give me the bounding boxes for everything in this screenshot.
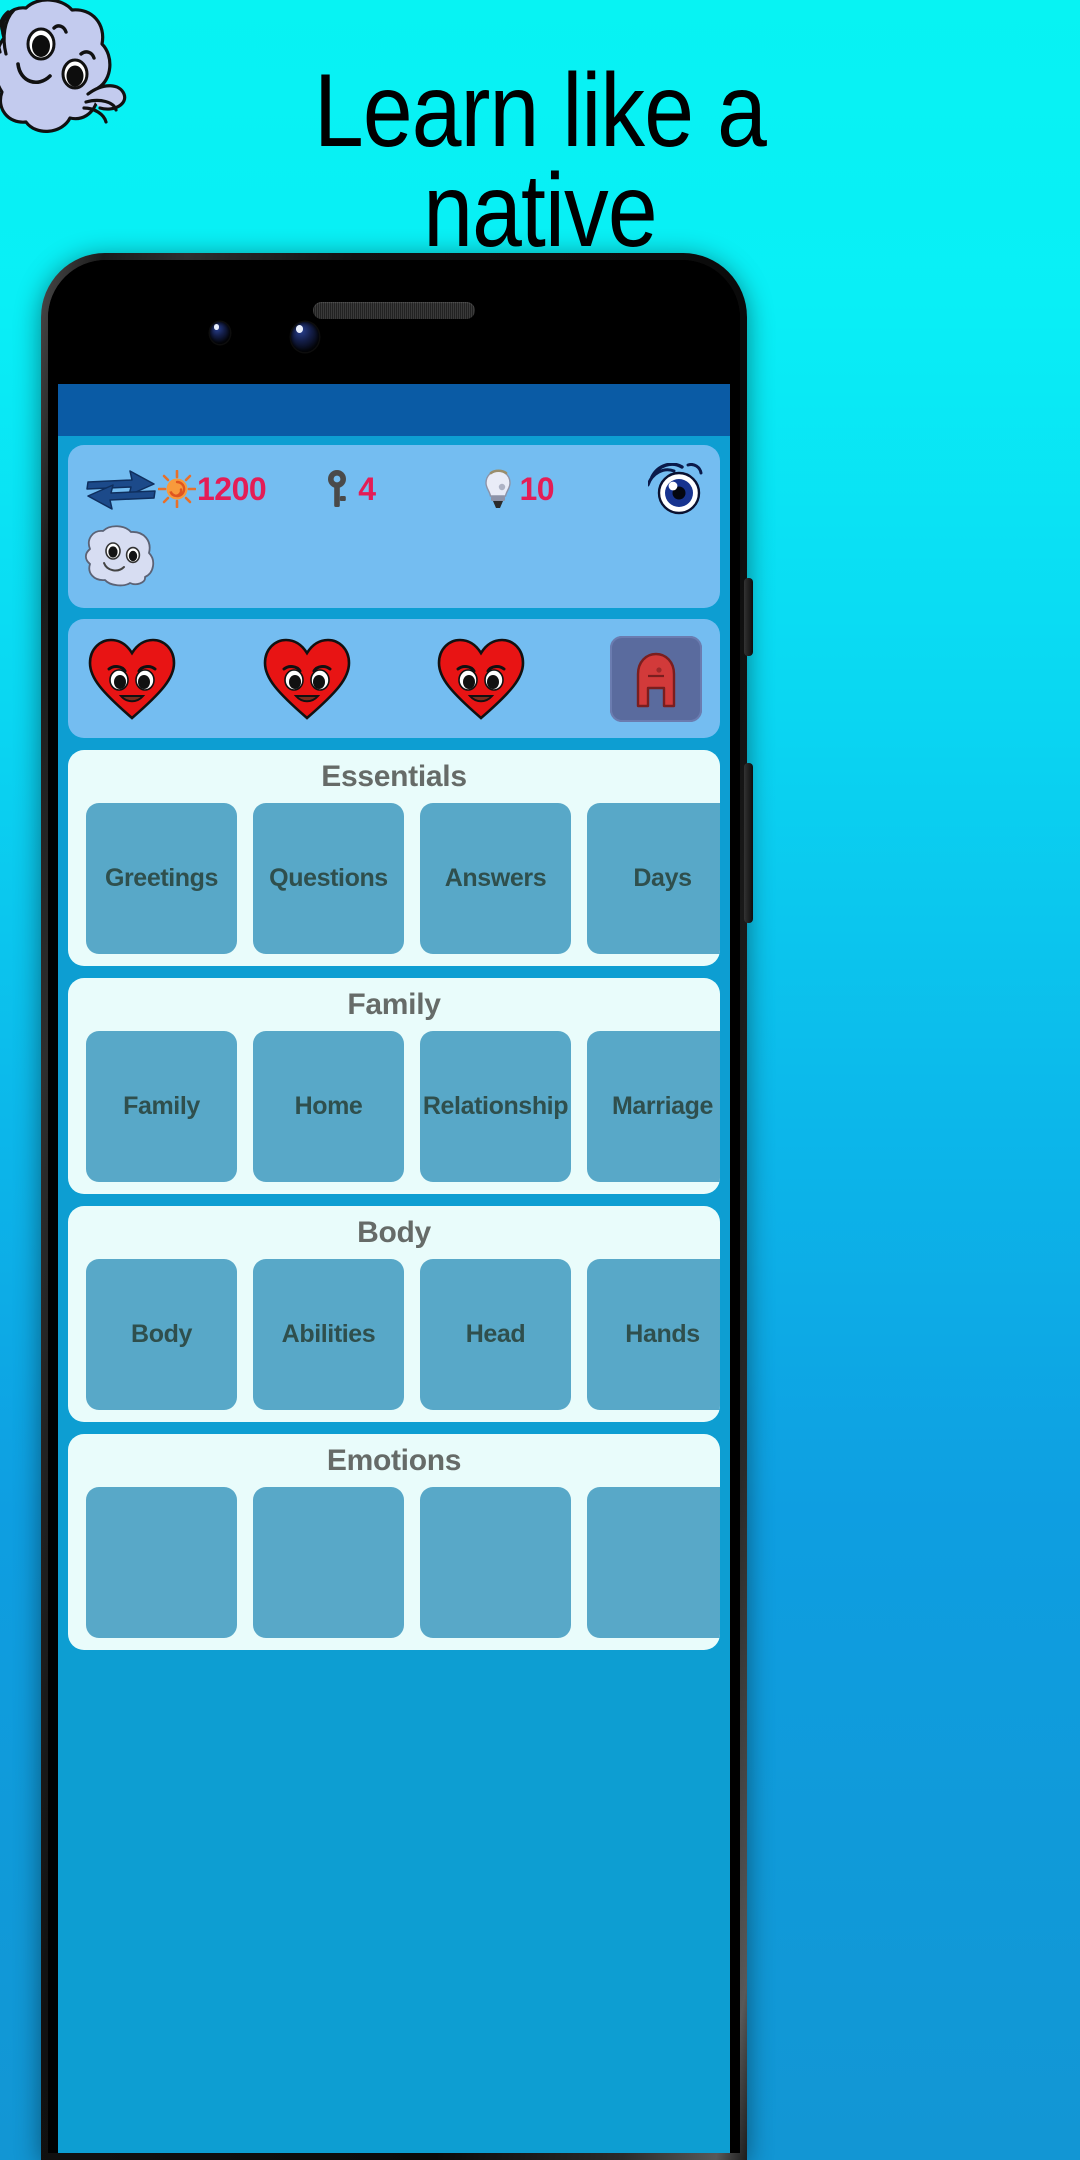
lives-panel xyxy=(68,619,720,738)
app-scroll-area[interactable]: 1200 4 10 Essentials Greetings Questions… xyxy=(58,436,730,1650)
category-tile[interactable]: Abilities xyxy=(253,1259,404,1410)
bulb-value: 10 xyxy=(519,470,555,507)
heart-face-icon[interactable] xyxy=(435,636,527,722)
phone-power-button xyxy=(744,763,753,923)
category-card: Essentials Greetings Questions Answers D… xyxy=(68,750,720,966)
key-stat[interactable]: 4 xyxy=(324,469,376,509)
bulb-stat[interactable]: 10 xyxy=(485,469,555,509)
category-tile[interactable] xyxy=(587,1487,720,1638)
cloud-mascot-icon xyxy=(84,523,156,587)
heart-face-icon[interactable] xyxy=(261,636,353,722)
phone-mockup: 1200 4 10 Essentials Greetings Questions… xyxy=(41,253,753,2160)
category-title: Body xyxy=(357,1216,431,1249)
category-card: Emotions xyxy=(68,1434,720,1650)
category-tile[interactable]: Days xyxy=(587,803,720,954)
category-tile[interactable] xyxy=(86,1487,237,1638)
page-title: Learn like a native xyxy=(76,53,1005,269)
sun-icon xyxy=(157,469,197,509)
page-title-line-1: Learn like a xyxy=(313,53,767,169)
category-tile[interactable]: Home xyxy=(253,1031,404,1182)
swap-arrows-icon[interactable] xyxy=(84,467,158,511)
stats-panel: 1200 4 10 xyxy=(68,445,720,608)
phone-bezel xyxy=(48,260,740,384)
speaker-grille-icon xyxy=(313,302,475,319)
key-value: 4 xyxy=(358,470,376,507)
category-card: Family Family Home Relationship Marriage xyxy=(68,978,720,1194)
lightbulb-icon xyxy=(485,469,512,509)
category-tile[interactable]: Answers xyxy=(420,803,571,954)
front-camera-icon xyxy=(210,322,230,344)
sun-stat[interactable]: 1200 xyxy=(157,469,267,509)
category-tile[interactable]: Greetings xyxy=(86,803,237,954)
heart-face-icon[interactable] xyxy=(86,636,178,722)
front-camera-icon xyxy=(291,322,319,352)
stats-row: 1200 4 10 xyxy=(84,457,704,521)
letter-a-tile-icon[interactable] xyxy=(609,635,702,722)
category-tile[interactable]: Body xyxy=(86,1259,237,1410)
category-tile[interactable] xyxy=(420,1487,571,1638)
category-title: Family xyxy=(347,988,441,1021)
category-tile[interactable]: Head xyxy=(420,1259,571,1410)
category-tile[interactable] xyxy=(253,1487,404,1638)
category-tile[interactable]: Questions xyxy=(253,803,404,954)
category-tile-row[interactable]: Greetings Questions Answers Days xyxy=(68,803,720,954)
category-title: Essentials xyxy=(321,760,467,793)
key-icon xyxy=(324,469,350,509)
category-tile[interactable]: Family xyxy=(86,1031,237,1182)
category-tile[interactable]: Hands xyxy=(587,1259,720,1410)
app-screen: 1200 4 10 Essentials Greetings Questions… xyxy=(58,384,730,2153)
phone-volume-button xyxy=(744,578,753,656)
category-tile-row[interactable] xyxy=(68,1487,720,1638)
eye-icon[interactable] xyxy=(646,462,704,515)
category-title: Emotions xyxy=(326,1444,462,1477)
sun-value: 1200 xyxy=(197,470,267,507)
category-tile[interactable]: Relationship xyxy=(420,1031,571,1182)
category-tile[interactable]: Marriage xyxy=(587,1031,720,1182)
category-card: Body Body Abilities Head Hands xyxy=(68,1206,720,1422)
page-title-line-2: native xyxy=(423,152,657,269)
category-tile-row[interactable]: Body Abilities Head Hands xyxy=(68,1259,720,1410)
category-tile-row[interactable]: Family Home Relationship Marriage xyxy=(68,1031,720,1182)
app-header-bar xyxy=(58,384,730,436)
